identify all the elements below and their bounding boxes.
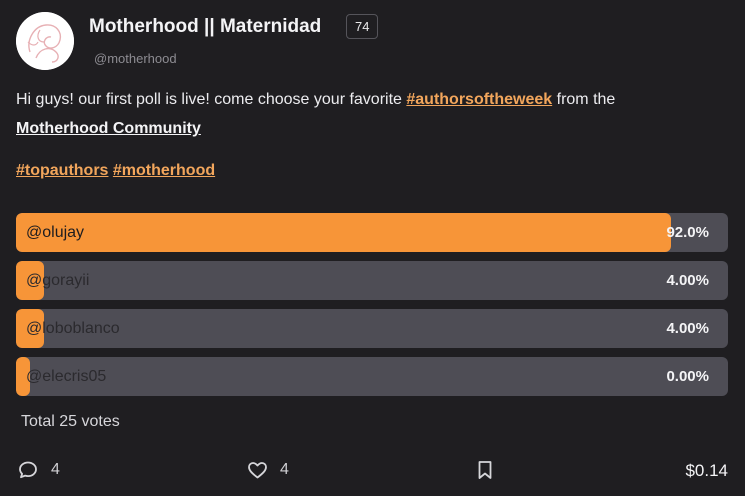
comments-count: 4 <box>51 461 60 478</box>
community-logo-icon <box>16 12 74 70</box>
poll: @olujay 92.0% @gorayii 4.00% @loboblanco… <box>16 213 728 405</box>
bookmark-icon <box>477 460 493 480</box>
heart-icon <box>247 460 268 480</box>
post-body: Hi guys! our first poll is live! come ch… <box>16 85 726 143</box>
poll-option-label: @loboblanco <box>26 320 120 337</box>
hashtag-topauthors[interactable]: #topauthors <box>16 162 108 179</box>
poll-total-votes: Total 25 votes <box>21 413 120 430</box>
comment-icon <box>18 460 38 480</box>
poll-option-percent: 92.0% <box>666 224 709 241</box>
post-tags: #topauthors #motherhood <box>16 158 215 184</box>
poll-option[interactable]: @olujay 92.0% <box>16 213 728 252</box>
poll-option[interactable]: @gorayii 4.00% <box>16 261 728 300</box>
poll-option[interactable]: @loboblanco 4.00% <box>16 309 728 348</box>
comments-button[interactable]: 4 <box>18 460 60 480</box>
hashtag-motherhood[interactable]: #motherhood <box>113 162 215 179</box>
poll-option-percent: 0.00% <box>666 368 709 385</box>
post-text-prefix: Hi guys! our first poll is live! come ch… <box>16 91 407 108</box>
community-score-badge: 74 <box>346 14 379 39</box>
post-card: Motherhood || Maternidad 74 @motherhood … <box>0 0 745 496</box>
community-handle[interactable]: @motherhood <box>94 51 177 66</box>
like-button[interactable]: 4 <box>247 460 289 480</box>
poll-option-label: @gorayii <box>26 272 90 289</box>
bookmark-button[interactable] <box>477 460 493 480</box>
poll-option[interactable]: @elecris05 0.00% <box>16 357 728 396</box>
community-avatar[interactable] <box>16 12 74 70</box>
post-text-middle: from the <box>552 91 616 108</box>
poll-option-label: @elecris05 <box>26 368 107 385</box>
poll-option-percent: 4.00% <box>666 272 709 289</box>
poll-option-fill <box>16 213 672 252</box>
likes-count: 4 <box>280 461 289 478</box>
community-link[interactable]: Motherhood Community <box>16 120 201 137</box>
hashtag-authorsoftheweek[interactable]: #authorsoftheweek <box>406 91 552 108</box>
poll-option-percent: 4.00% <box>666 320 709 337</box>
poll-option-label: @olujay <box>26 224 85 241</box>
community-name[interactable]: Motherhood || Maternidad <box>89 16 321 38</box>
post-payout[interactable]: $0.14 <box>685 461 728 481</box>
